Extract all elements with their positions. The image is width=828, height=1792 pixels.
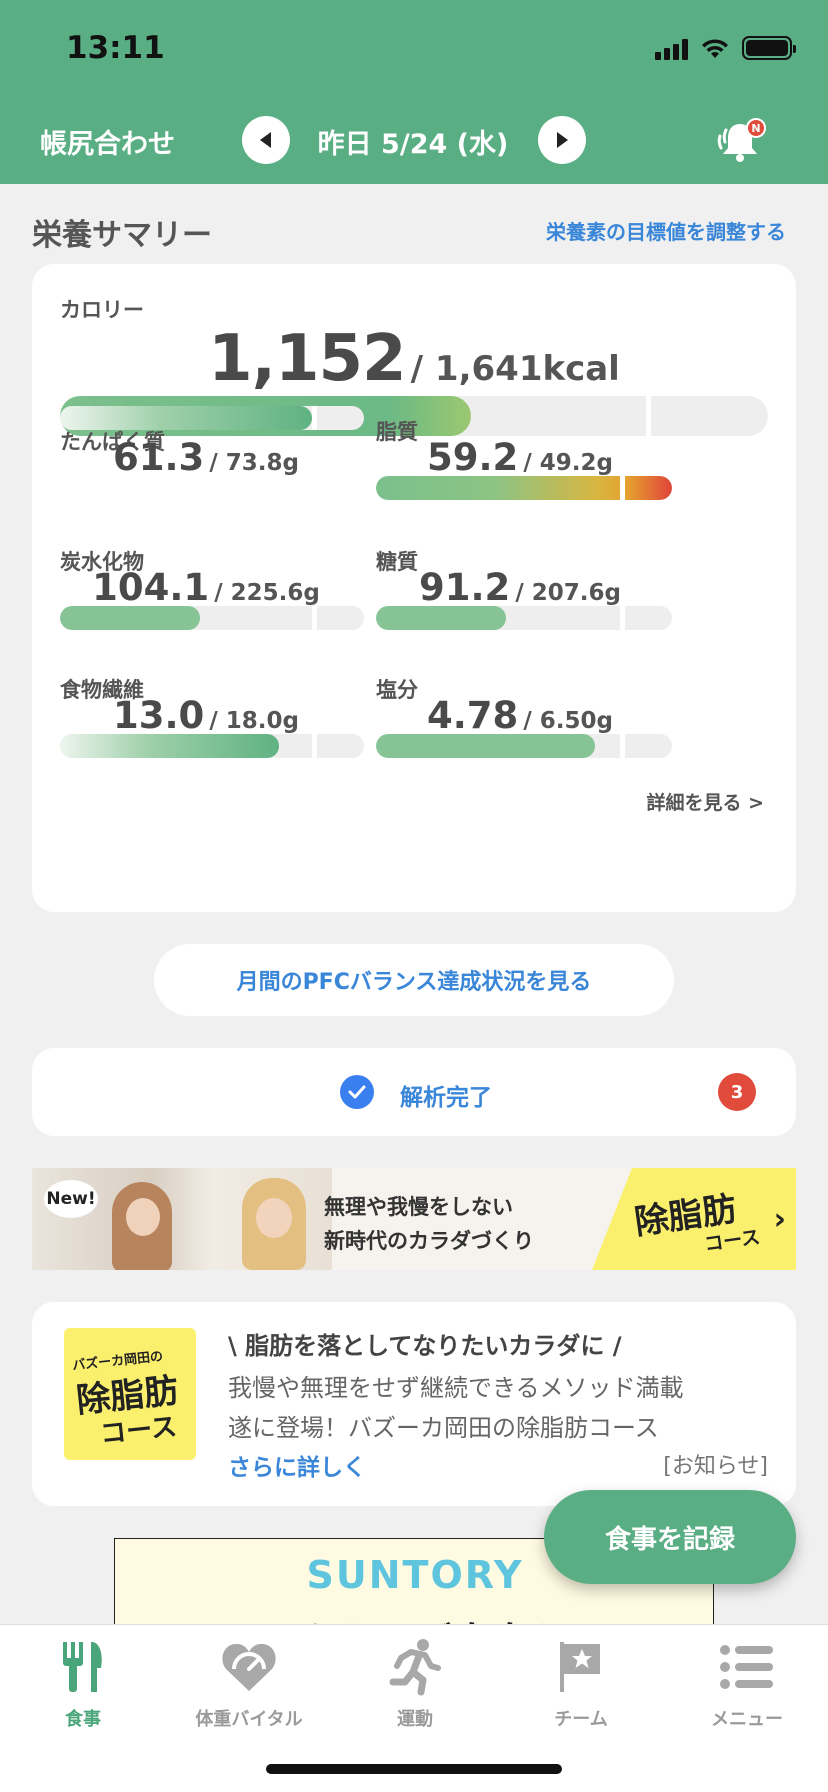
tab-exercise[interactable]: 運動 xyxy=(332,1635,498,1731)
notification-badge: N xyxy=(746,118,766,138)
fat-loss-course-banner[interactable]: New! 無理や我慢をしない 新時代のカラダづくり 除脂肪 コース › xyxy=(32,1168,796,1270)
notification-button[interactable]: N xyxy=(712,116,768,166)
calorie-current: 1,152 xyxy=(208,322,406,396)
calorie-target: / 1,641kcal xyxy=(410,349,620,389)
tab-meal[interactable]: 食事 xyxy=(0,1635,166,1731)
tab-team[interactable]: チーム xyxy=(498,1635,664,1731)
next-day-button[interactable] xyxy=(538,116,586,164)
fork-knife-icon xyxy=(63,1642,102,1692)
fiber-current: 13.0 xyxy=(112,694,205,737)
nutrition-summary-card: カロリー 1,152 / 1,641kcal たんぱく質 61.3 / 73.8… xyxy=(32,264,796,912)
nutrient-value-fiber: 13.0 / 18.0g xyxy=(32,694,380,737)
nutrient-value-carbs: 104.1 / 225.6g xyxy=(32,566,380,609)
news-body: 我慢や無理をせず継続できるメソッド満載 遂に登場！バズーカ岡田の除脂肪コース xyxy=(228,1368,768,1448)
nutrient-value-salt: 4.78 / 6.50g xyxy=(346,694,694,737)
fiber-progress-bar xyxy=(60,734,364,758)
carbs-progress-fill xyxy=(60,606,200,630)
protein-target: / 73.8g xyxy=(209,450,299,476)
prev-day-button[interactable] xyxy=(242,116,290,164)
analysis-count-badge: 3 xyxy=(718,1073,756,1111)
fiber-progress-fill xyxy=(60,734,279,758)
fiber-target: / 18.0g xyxy=(209,708,299,734)
new-badge: New! xyxy=(44,1180,98,1218)
calorie-value: 1,152 / 1,641kcal xyxy=(32,322,796,396)
current-date[interactable]: 昨日 5/24 (水) xyxy=(298,122,528,161)
tab-label: 体重バイタル xyxy=(195,1709,303,1730)
news-body-line1: 我慢や無理をせず継続できるメソッド満載 xyxy=(228,1374,684,1402)
chevron-right-icon: › xyxy=(773,1202,786,1237)
sugar-progress-bar xyxy=(376,606,672,630)
sugar-progress-fill xyxy=(376,606,507,630)
news-headline: \ 脂肪を落としてなりたいカラダに / xyxy=(228,1332,622,1360)
record-meal-button[interactable]: 食事を記録 xyxy=(544,1490,796,1584)
sugar-target: / 207.6g xyxy=(515,580,621,606)
triangle-right-icon xyxy=(557,132,568,148)
protein-progress-fill xyxy=(60,406,313,430)
cellular-signal-icon xyxy=(655,38,688,60)
banner-copy: 無理や我慢をしない 新時代のカラダづくり xyxy=(324,1190,534,1258)
fat-progress-fill xyxy=(376,476,672,500)
tab-weight-vitals[interactable]: 体重バイタル xyxy=(166,1635,332,1731)
banner-person-woman xyxy=(112,1182,172,1270)
banner-line2: 新時代のカラダづくり xyxy=(324,1229,534,1253)
fat-target: / 49.2g xyxy=(523,450,613,476)
carbs-target: / 225.6g xyxy=(214,580,320,606)
status-icons xyxy=(655,36,796,60)
protein-progress-bar xyxy=(60,406,364,430)
carbs-current: 104.1 xyxy=(92,566,210,609)
tab-label: メニュー xyxy=(711,1709,783,1730)
battery-icon xyxy=(742,36,796,60)
fat-progress-bar xyxy=(376,476,672,500)
salt-current: 4.78 xyxy=(426,694,519,737)
nutrient-value-fat: 59.2 / 49.2g xyxy=(346,436,694,479)
salt-progress-fill xyxy=(376,734,596,758)
wifi-icon xyxy=(702,39,728,58)
sugar-current: 91.2 xyxy=(418,566,511,609)
flag-star-icon xyxy=(560,1642,600,1692)
pfc-balance-button[interactable]: 月間のPFCバランス達成状況を見る xyxy=(154,944,674,1016)
triangle-left-icon xyxy=(260,132,271,148)
banner-line1: 無理や我慢をしない xyxy=(324,1195,513,1219)
news-tag: [お知らせ] xyxy=(663,1454,768,1479)
salt-progress-bar xyxy=(376,734,672,758)
runner-icon xyxy=(389,1639,441,1696)
salt-target: / 6.50g xyxy=(523,708,613,734)
nutrient-value-sugar: 91.2 / 207.6g xyxy=(346,566,694,609)
fat-current: 59.2 xyxy=(426,436,519,479)
thumb-course-text: コース xyxy=(98,1412,179,1450)
tab-menu[interactable]: メニュー xyxy=(664,1635,828,1731)
adjust-targets-link[interactable]: 栄養素の目標値を調整する xyxy=(546,216,786,245)
banner-person-man xyxy=(242,1178,306,1270)
app-header: 13:11 帳尻合わせ 昨日 5/24 (水) N xyxy=(0,0,828,184)
carbs-progress-bar xyxy=(60,606,364,630)
news-thumbnail: バズーカ岡田の 除脂肪 コース xyxy=(64,1328,196,1460)
nutrient-value-protein: 61.3 / 73.8g xyxy=(32,436,380,479)
section-title: 栄養サマリー xyxy=(32,218,212,253)
check-circle-icon xyxy=(340,1075,374,1109)
news-more-link[interactable]: さらに詳しく xyxy=(228,1448,366,1482)
tab-label: 食事 xyxy=(65,1709,101,1730)
news-body-line2: 遂に登場！バズーカ岡田の除脂肪コース xyxy=(228,1414,659,1442)
calorie-label: カロリー xyxy=(60,298,144,322)
analysis-status-card[interactable]: 解析完了 3 xyxy=(32,1048,796,1136)
detail-link[interactable]: 詳細を見る > xyxy=(646,788,764,815)
status-time: 13:11 xyxy=(66,30,165,66)
analysis-label: 解析完了 xyxy=(400,1085,492,1111)
tab-label: 運動 xyxy=(397,1709,433,1730)
balance-adjust-link[interactable]: 帳尻合わせ xyxy=(40,122,175,161)
home-indicator xyxy=(266,1764,562,1774)
news-card[interactable]: バズーカ岡田の 除脂肪 コース \ 脂肪を落としてなりたいカラダに / 我慢や無… xyxy=(32,1302,796,1506)
heart-gauge-icon xyxy=(222,1643,276,1691)
menu-list-icon xyxy=(720,1645,773,1689)
protein-current: 61.3 xyxy=(112,436,205,479)
tab-label: チーム xyxy=(554,1709,608,1730)
